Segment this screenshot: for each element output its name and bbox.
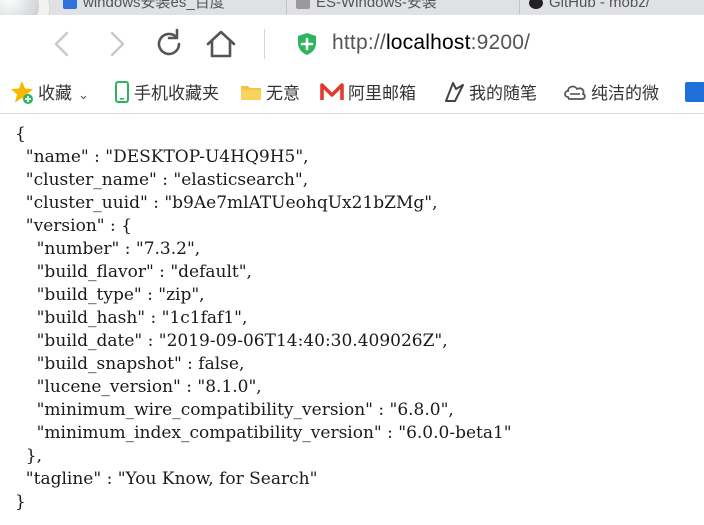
tab-label: GitHub - mobz/ xyxy=(549,0,650,11)
json-line: "build_snapshot" : false, xyxy=(15,354,245,374)
bookmark-folder[interactable]: 无意 xyxy=(240,81,300,107)
page-content: { "name" : "DESKTOP-U4HQ9H5", "cluster_n… xyxy=(0,114,704,525)
bookmark-mobile-favorites[interactable]: 手机收藏夹 xyxy=(114,81,219,107)
bookmark-label: 无意 xyxy=(266,84,300,104)
json-line: "build_hash" : "1c1faf1", xyxy=(15,308,248,328)
tab-es-windows[interactable]: ES-Windows-安装 xyxy=(288,0,520,14)
github-icon xyxy=(529,0,543,9)
tab-label: ES-Windows-安装 xyxy=(316,0,437,11)
json-line: "build_flavor" : "default", xyxy=(15,262,252,282)
home-icon xyxy=(206,30,236,58)
arrow-left-icon xyxy=(54,31,69,57)
json-line: "name" : "DESKTOP-U4HQ9H5", xyxy=(15,147,309,167)
partial-icon xyxy=(685,82,704,102)
address-separator xyxy=(264,29,265,59)
json-line: "build_type" : "zip", xyxy=(15,285,205,305)
chevron-down-icon[interactable]: ⌄ xyxy=(78,88,89,103)
url-scheme: http:// xyxy=(332,31,386,54)
tab-strip: windows安装es_百度 ES-Windows-安装 GitHub - mo… xyxy=(0,0,704,15)
folder-icon xyxy=(241,86,261,100)
json-line: "build_date" : "2019-09-06T14:40:30.4090… xyxy=(15,331,448,351)
url-port: :9200/ xyxy=(470,31,531,54)
mobile-icon xyxy=(115,81,129,103)
bookmark-favorites[interactable]: 收藏 ⌄ xyxy=(10,81,89,107)
baidu-icon xyxy=(63,0,77,9)
bookmarks-bar: 收藏 ⌄ 手机收藏夹 无意 阿里邮箱 我的随笔 纯洁的微 xyxy=(0,75,704,114)
navigation-bar: http://localhost:9200/ xyxy=(0,15,704,75)
json-line: "version" : { xyxy=(15,216,132,236)
home-button[interactable] xyxy=(204,27,238,61)
mail-m-icon xyxy=(320,83,344,100)
tab-github[interactable]: GitHub - mobz/ xyxy=(521,0,704,14)
forward-button[interactable] xyxy=(100,27,134,61)
address-bar[interactable]: http://localhost:9200/ xyxy=(332,31,530,55)
tab-baidu-search[interactable]: windows安装es_百度 xyxy=(55,0,287,14)
bookmark-label: 阿里邮箱 xyxy=(348,84,416,104)
json-line: }, xyxy=(15,446,43,466)
bookmark-pure-micro[interactable]: 纯洁的微 xyxy=(563,81,659,107)
star-icon xyxy=(11,81,33,104)
json-line: "cluster_uuid" : "b9Ae7mlATUeohqUx21bZMg… xyxy=(15,193,438,213)
bookmark-ali-mail[interactable]: 阿里邮箱 xyxy=(320,81,416,107)
back-button[interactable] xyxy=(46,27,80,61)
json-line: "minimum_index_compatibility_version" : … xyxy=(15,423,512,443)
tab-label: windows安装es_百度 xyxy=(83,0,225,11)
bookmark-label: 纯洁的微 xyxy=(591,84,659,104)
page-icon xyxy=(296,0,310,9)
bookmark-label: 收藏 xyxy=(38,84,72,104)
json-line: "lucene_version" : "8.1.0", xyxy=(15,377,262,397)
json-response: { "name" : "DESKTOP-U4HQ9H5", "cluster_n… xyxy=(15,123,512,514)
bookmark-my-notes[interactable]: 我的随笔 xyxy=(443,81,537,107)
json-line: "minimum_wire_compatibility_version" : "… xyxy=(15,400,454,420)
pen-icon xyxy=(445,82,464,102)
json-line: { xyxy=(15,124,26,144)
arrow-right-icon xyxy=(110,31,125,57)
json-line: "cluster_name" : "elasticsearch", xyxy=(15,170,309,190)
reload-icon xyxy=(157,28,181,56)
json-line: "number" : "7.3.2", xyxy=(15,239,201,259)
reload-button[interactable] xyxy=(152,27,186,61)
bookmark-label: 我的随笔 xyxy=(469,84,537,104)
shield-icon[interactable] xyxy=(296,32,318,56)
json-line: "tagline" : "You Know, for Search" xyxy=(15,469,318,489)
bookmark-label: 手机收藏夹 xyxy=(134,84,219,104)
url-host: localhost xyxy=(385,31,471,54)
bookmark-partial[interactable] xyxy=(685,81,704,107)
json-line: } xyxy=(15,492,26,512)
cloud-icon xyxy=(564,85,586,100)
